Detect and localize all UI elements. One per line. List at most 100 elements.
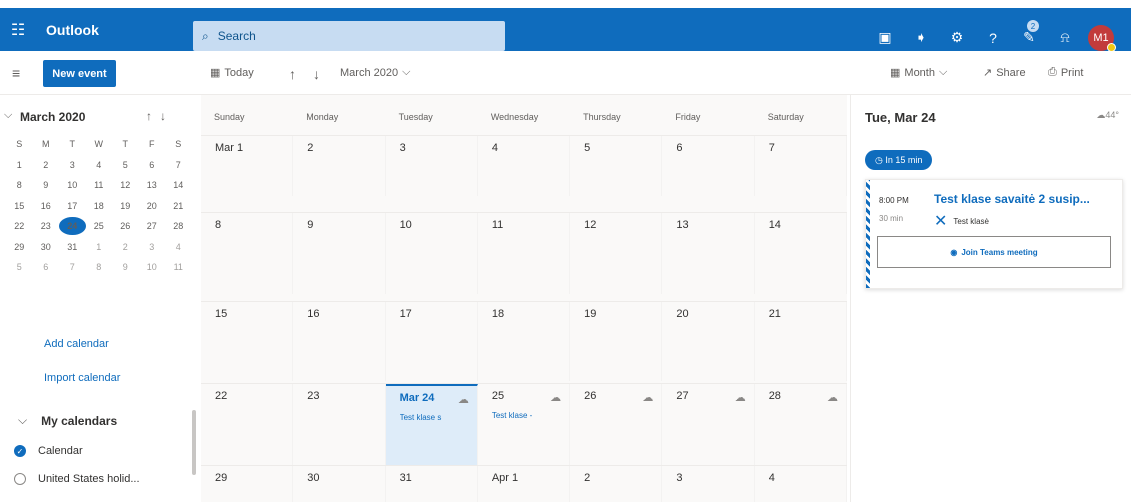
mini-day[interactable]: 6 xyxy=(139,160,166,170)
day-cell[interactable]: 3 xyxy=(662,466,755,502)
menu-icon[interactable]: ≡ xyxy=(12,65,20,81)
view-switcher[interactable]: ▦ Month ⌵ xyxy=(890,66,947,79)
mini-day[interactable]: 2 xyxy=(33,160,60,170)
mini-day[interactable]: 29 xyxy=(6,242,33,252)
day-cell[interactable]: Mar 1 xyxy=(201,136,294,196)
app-name[interactable]: Outlook xyxy=(46,22,196,38)
day-cell[interactable]: Apr 1 xyxy=(478,466,571,502)
join-teams-button[interactable]: ◉ Join Teams meeting xyxy=(877,236,1111,268)
add-calendar-link[interactable]: Add calendar xyxy=(44,338,109,350)
arrow-up-icon[interactable]: ↑ xyxy=(146,109,160,123)
day-cell[interactable]: 14 xyxy=(755,213,847,294)
mini-day[interactable]: 25 xyxy=(86,221,113,231)
mini-day[interactable]: 8 xyxy=(6,180,33,190)
mini-day[interactable]: 27 xyxy=(139,221,166,231)
day-cell[interactable]: 8 xyxy=(201,213,294,294)
day-cell[interactable]: 12 xyxy=(570,213,663,294)
day-cell[interactable]: 17 xyxy=(386,302,478,381)
next-arrow-icon[interactable]: ↓ xyxy=(313,66,320,82)
mini-day[interactable]: 11 xyxy=(165,262,192,272)
mini-day[interactable]: 9 xyxy=(33,180,60,190)
mini-day[interactable]: 20 xyxy=(139,201,166,211)
today-button[interactable]: ▦ Today xyxy=(210,66,254,80)
day-cell[interactable]: 15 xyxy=(201,302,294,381)
mini-day[interactable]: 18 xyxy=(86,201,113,211)
mini-day[interactable]: 19 xyxy=(112,201,139,211)
period-picker[interactable]: March 2020 ⌵ xyxy=(340,66,410,79)
new-event-button[interactable]: New event xyxy=(43,60,116,87)
sidebar-scrollbar[interactable] xyxy=(192,410,196,475)
mini-day[interactable]: 23 xyxy=(33,221,60,231)
mini-day[interactable]: 10 xyxy=(59,180,86,190)
event-chip[interactable]: Test klase s xyxy=(400,413,470,422)
day-cell[interactable]: 31 xyxy=(386,466,478,502)
day-cell[interactable]: 7 xyxy=(755,136,847,196)
mini-day[interactable]: 5 xyxy=(112,160,139,170)
day-cell[interactable]: 4 xyxy=(755,466,847,502)
day-cell[interactable]: 18 xyxy=(478,302,571,381)
event-card[interactable]: 8:00 PM 30 min Test klase savaitė 2 susi… xyxy=(865,179,1123,289)
search-input[interactable]: ⌕ Search xyxy=(193,21,505,51)
day-cell[interactable]: 5 xyxy=(570,136,663,196)
mini-day[interactable]: 28 xyxy=(165,221,192,231)
mini-calendar-month[interactable]: March 2020 xyxy=(20,110,85,124)
mini-day[interactable]: 3 xyxy=(59,160,86,170)
day-cell[interactable]: 20 xyxy=(662,302,755,381)
mini-day[interactable]: 1 xyxy=(86,242,113,252)
day-cell[interactable]: 10 xyxy=(386,213,478,294)
day-cell[interactable]: 3 xyxy=(386,136,478,196)
event-chip[interactable]: Test klase - xyxy=(492,411,562,420)
day-cell[interactable]: 13 xyxy=(662,213,755,294)
day-cell[interactable]: 26 ☁ xyxy=(570,384,663,465)
day-cell[interactable]: 22 xyxy=(201,384,294,465)
calendar-item[interactable]: ✓ Calendar xyxy=(14,445,83,457)
day-cell[interactable]: 25 ☁ Test klase - xyxy=(478,384,571,465)
day-cell[interactable]: 6 xyxy=(662,136,755,196)
mini-day[interactable]: 1 xyxy=(6,160,33,170)
mini-day[interactable]: 7 xyxy=(165,160,192,170)
day-cell[interactable]: 30 xyxy=(293,466,386,502)
event-title[interactable]: Test klase savaitė 2 susip... xyxy=(934,192,1090,206)
day-cell[interactable]: 9 xyxy=(293,213,386,294)
day-cell[interactable]: 21 xyxy=(755,302,847,381)
day-cell[interactable]: 19 xyxy=(570,302,663,381)
mini-day[interactable]: 13 xyxy=(139,180,166,190)
mini-day[interactable]: 17 xyxy=(59,201,86,211)
day-cell[interactable]: 16 xyxy=(293,302,386,381)
mini-day-selected[interactable]: 24 xyxy=(59,217,86,236)
mini-day[interactable]: 26 xyxy=(112,221,139,231)
calendar-item[interactable]: United States holid... xyxy=(14,473,140,485)
mini-day[interactable]: 14 xyxy=(165,180,192,190)
day-cell[interactable]: 2 xyxy=(570,466,663,502)
print-button[interactable]: ⎙ Print xyxy=(1048,66,1083,79)
mini-day[interactable]: 7 xyxy=(59,262,86,272)
my-calendars-header[interactable]: ⌵ My calendars xyxy=(18,413,117,428)
mini-day[interactable]: 12 xyxy=(112,180,139,190)
mini-day[interactable]: 30 xyxy=(33,242,60,252)
share-button[interactable]: ↗ Share xyxy=(983,66,1026,80)
mini-day[interactable]: 6 xyxy=(33,262,60,272)
day-cell[interactable]: 23 xyxy=(293,384,386,465)
mini-day[interactable]: 22 xyxy=(6,221,33,231)
prev-arrow-icon[interactable]: ↑ xyxy=(289,66,296,82)
arrow-down-icon[interactable]: ↓ xyxy=(160,109,174,123)
mini-day[interactable]: 9 xyxy=(112,262,139,272)
day-cell[interactable]: 2 xyxy=(293,136,386,196)
chevron-down-icon[interactable]: ⌵ xyxy=(4,109,12,122)
mini-day[interactable]: 15 xyxy=(6,201,33,211)
mini-day[interactable]: 16 xyxy=(33,201,60,211)
import-calendar-link[interactable]: Import calendar xyxy=(44,372,120,384)
day-cell-today[interactable]: Mar 24 ☁ Test klase s xyxy=(385,384,478,465)
day-cell[interactable]: 29 xyxy=(201,466,294,502)
day-cell[interactable]: 4 xyxy=(478,136,571,196)
mini-day[interactable]: 10 xyxy=(139,262,166,272)
mini-day[interactable]: 11 xyxy=(86,180,113,190)
mini-day[interactable]: 4 xyxy=(165,242,192,252)
day-cell[interactable]: 27 ☁ xyxy=(662,384,755,465)
mini-day[interactable]: 8 xyxy=(86,262,113,272)
upcoming-pill[interactable]: ◷ In 15 min xyxy=(865,150,933,170)
day-cell[interactable]: 28 ☁ xyxy=(755,384,847,465)
mini-day[interactable]: 2 xyxy=(112,242,139,252)
mini-day[interactable]: 3 xyxy=(139,242,166,252)
day-cell[interactable]: 11 xyxy=(478,213,571,294)
